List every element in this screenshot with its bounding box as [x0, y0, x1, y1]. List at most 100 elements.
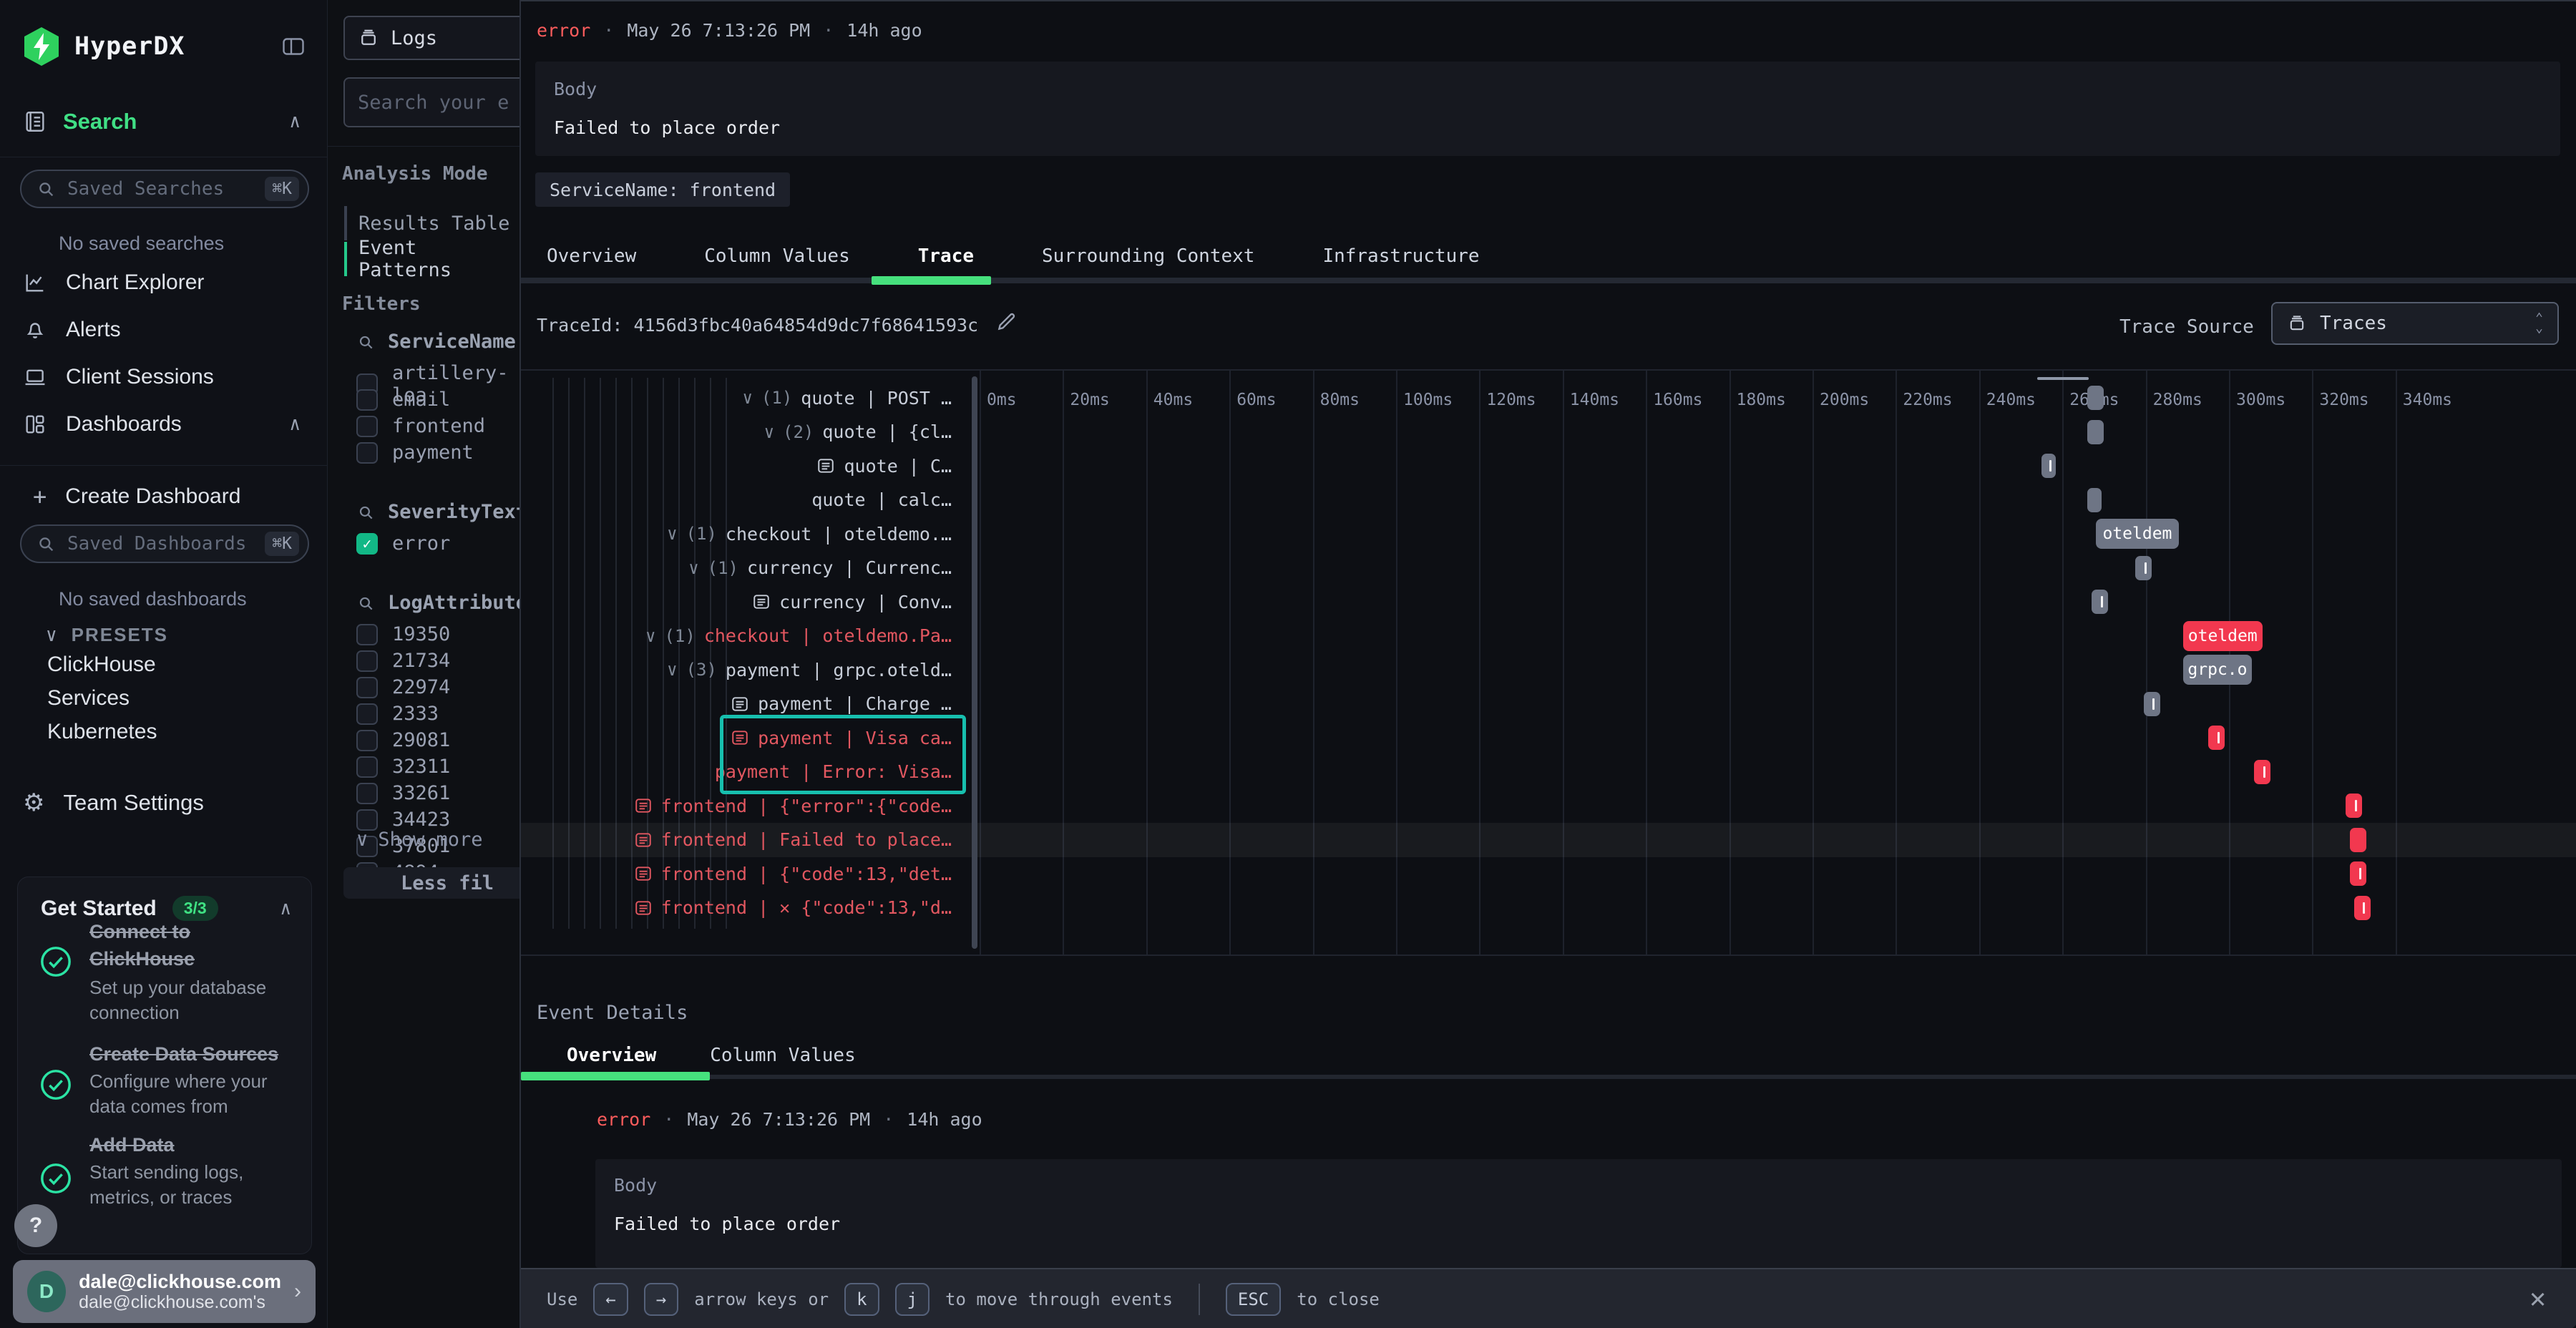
span-row-label[interactable]: ∨(1)checkout | oteldemo.Pa… — [521, 619, 960, 653]
chevron-up-icon[interactable]: ∧ — [289, 111, 301, 132]
chevron-down-icon[interactable]: ∨ — [742, 388, 752, 408]
checkbox[interactable] — [356, 442, 378, 464]
close-icon[interactable]: ✕ — [2529, 1282, 2546, 1314]
chevron-down-icon[interactable]: ∨ — [667, 524, 677, 544]
span-row-label[interactable]: frontend | Failed to place… — [521, 823, 960, 857]
help-button[interactable]: ? — [14, 1204, 57, 1247]
span-duration-bar[interactable] — [2087, 488, 2102, 512]
span-row-label[interactable]: currency | Conv… — [521, 585, 960, 619]
span-duration-bar[interactable]: grpc.o — [2183, 655, 2252, 685]
filter-option-29081[interactable]: 29081 — [356, 729, 450, 751]
tab-overview[interactable]: Overview — [547, 245, 636, 267]
filter-option-error[interactable]: ✓error — [356, 532, 450, 555]
span-duration-bar[interactable] — [2346, 794, 2362, 818]
span-duration-bar[interactable] — [2350, 828, 2366, 852]
waterfall-pane-divider[interactable] — [972, 376, 977, 949]
presets-toggle[interactable]: ∨ PRESETS — [46, 624, 168, 646]
span-duration-bar[interactable] — [2254, 760, 2270, 784]
preset-services[interactable]: Services — [47, 686, 130, 711]
filter-option-email[interactable]: email — [356, 389, 450, 411]
filter-group-servicename[interactable]: ServiceName — [356, 331, 516, 353]
span-duration-bar[interactable] — [2092, 590, 2108, 614]
chevron-down-icon[interactable]: ∨ — [764, 422, 774, 442]
checkbox[interactable] — [356, 677, 378, 698]
span-row-label[interactable]: ∨(1)quote | POST … — [521, 381, 960, 415]
span-row-label[interactable]: ∨(2)quote | {cl… — [521, 415, 960, 449]
saved-searches-input[interactable]: Saved Searches ⌘K — [20, 170, 309, 208]
checkbox[interactable] — [356, 650, 378, 672]
filter-option-21734[interactable]: 21734 — [356, 650, 450, 672]
span-row-label[interactable]: frontend | {"code":13,"det… — [521, 856, 960, 891]
trace-source-select[interactable]: Traces ⌃⌄ — [2271, 302, 2559, 345]
tab-surrounding-context[interactable]: Surrounding Context — [1042, 245, 1254, 267]
sidebar-item-search[interactable]: Search ∧ — [23, 109, 306, 135]
checkbox[interactable] — [356, 624, 378, 645]
span-duration-bar[interactable] — [2350, 861, 2366, 886]
filter-group-severitytext[interactable]: SeverityText — [356, 501, 527, 523]
filter-option-frontend[interactable]: frontend — [356, 415, 485, 437]
span-row-label[interactable]: quote | calc… — [521, 483, 960, 517]
chevron-down-icon[interactable]: ∨ — [688, 558, 698, 578]
sidebar-item-alerts[interactable]: Alerts — [0, 310, 328, 350]
span-duration-bar[interactable] — [2208, 726, 2225, 750]
filter-option-33261[interactable]: 33261 — [356, 782, 450, 804]
trace-scroll-indicator[interactable] — [2037, 377, 2089, 380]
analysis-mode-event-patterns[interactable]: Event Patterns — [344, 242, 519, 276]
filter-group-logattributes[interactable]: LogAttributes — [356, 592, 539, 614]
edit-icon[interactable] — [995, 309, 1019, 333]
tab-trace[interactable]: Trace — [918, 245, 974, 267]
sidebar-item-dashboards[interactable]: Dashboards∧ — [0, 404, 328, 444]
span-duration-bar[interactable] — [2135, 556, 2152, 580]
filter-option-19350[interactable]: 19350 — [356, 623, 450, 645]
checkbox[interactable] — [356, 756, 378, 778]
filter-option-32311[interactable]: 32311 — [356, 756, 450, 778]
show-more-button[interactable]: ∨ Show more — [356, 829, 483, 851]
checkbox[interactable] — [356, 389, 378, 411]
span-row-label[interactable]: ∨(3)payment | grpc.oteld… — [521, 653, 960, 687]
span-duration-bar[interactable] — [2144, 692, 2160, 716]
chevron-down-icon[interactable]: ∨ — [645, 626, 655, 646]
tab-infrastructure[interactable]: Infrastructure — [1322, 245, 1479, 267]
filter-option-34423[interactable]: 34423 — [356, 809, 450, 831]
filter-option-2333[interactable]: 2333 — [356, 703, 439, 725]
span-row-label[interactable]: ∨(1)currency | Currenc… — [521, 551, 960, 585]
user-menu[interactable]: D dale@clickhouse.com dale@clickhouse.co… — [13, 1260, 316, 1323]
check-circle-icon — [39, 1162, 72, 1195]
span-row-label[interactable]: frontend | ✕ {"code":13,"d… — [521, 891, 960, 925]
sidebar-item-team-settings[interactable]: ⚙ Team Settings — [0, 783, 328, 823]
span-duration-bar[interactable]: oteldem — [2183, 621, 2263, 651]
preset-kubernetes[interactable]: Kubernetes — [47, 720, 157, 744]
severity-badge: error — [537, 20, 590, 41]
span-duration-bar[interactable] — [2087, 386, 2104, 410]
analysis-mode-results-table[interactable]: Results Table — [344, 206, 509, 240]
span-duration-bar[interactable] — [2354, 896, 2371, 920]
span-row-label[interactable]: ∨(1)checkout | oteldemo.… — [521, 517, 960, 551]
ed-tab-column-values[interactable]: Column Values — [710, 1045, 856, 1066]
span-duration-bar[interactable] — [2041, 454, 2056, 478]
timeline-tick-label: 220ms — [1903, 391, 1952, 409]
timeline-gridline — [980, 371, 981, 956]
preset-clickhouse[interactable]: ClickHouse — [47, 653, 156, 677]
sidebar-item-client-sessions[interactable]: Client Sessions — [0, 357, 328, 397]
create-dashboard-button[interactable]: + Create Dashboard — [0, 477, 328, 517]
chevron-up-icon[interactable]: ∧ — [280, 898, 291, 919]
checkbox[interactable]: ✓ — [356, 533, 378, 555]
saved-dashboards-input[interactable]: Saved Dashboards ⌘K — [20, 524, 309, 563]
filter-option-22974[interactable]: 22974 — [356, 676, 450, 698]
collapse-sidebar-icon[interactable] — [279, 34, 308, 59]
filter-option-payment[interactable]: payment — [356, 441, 474, 464]
checkbox[interactable] — [356, 783, 378, 804]
j-key: j — [895, 1283, 930, 1316]
checkbox[interactable] — [356, 730, 378, 751]
sidebar-item-chart-explorer[interactable]: Chart Explorer — [0, 263, 328, 303]
span-duration-bar[interactable] — [2087, 420, 2104, 444]
span-row-label[interactable]: quote | C… — [521, 449, 960, 483]
checkbox[interactable] — [356, 416, 378, 437]
service-name-tag[interactable]: ServiceName: frontend — [535, 172, 790, 207]
tab-column-values[interactable]: Column Values — [704, 245, 850, 267]
chevron-down-icon[interactable]: ∨ — [667, 660, 677, 680]
checkbox[interactable] — [356, 703, 378, 725]
ed-tab-overview[interactable]: Overview — [567, 1045, 656, 1066]
checkbox[interactable] — [356, 809, 378, 831]
span-duration-bar[interactable]: oteldem — [2096, 519, 2179, 549]
